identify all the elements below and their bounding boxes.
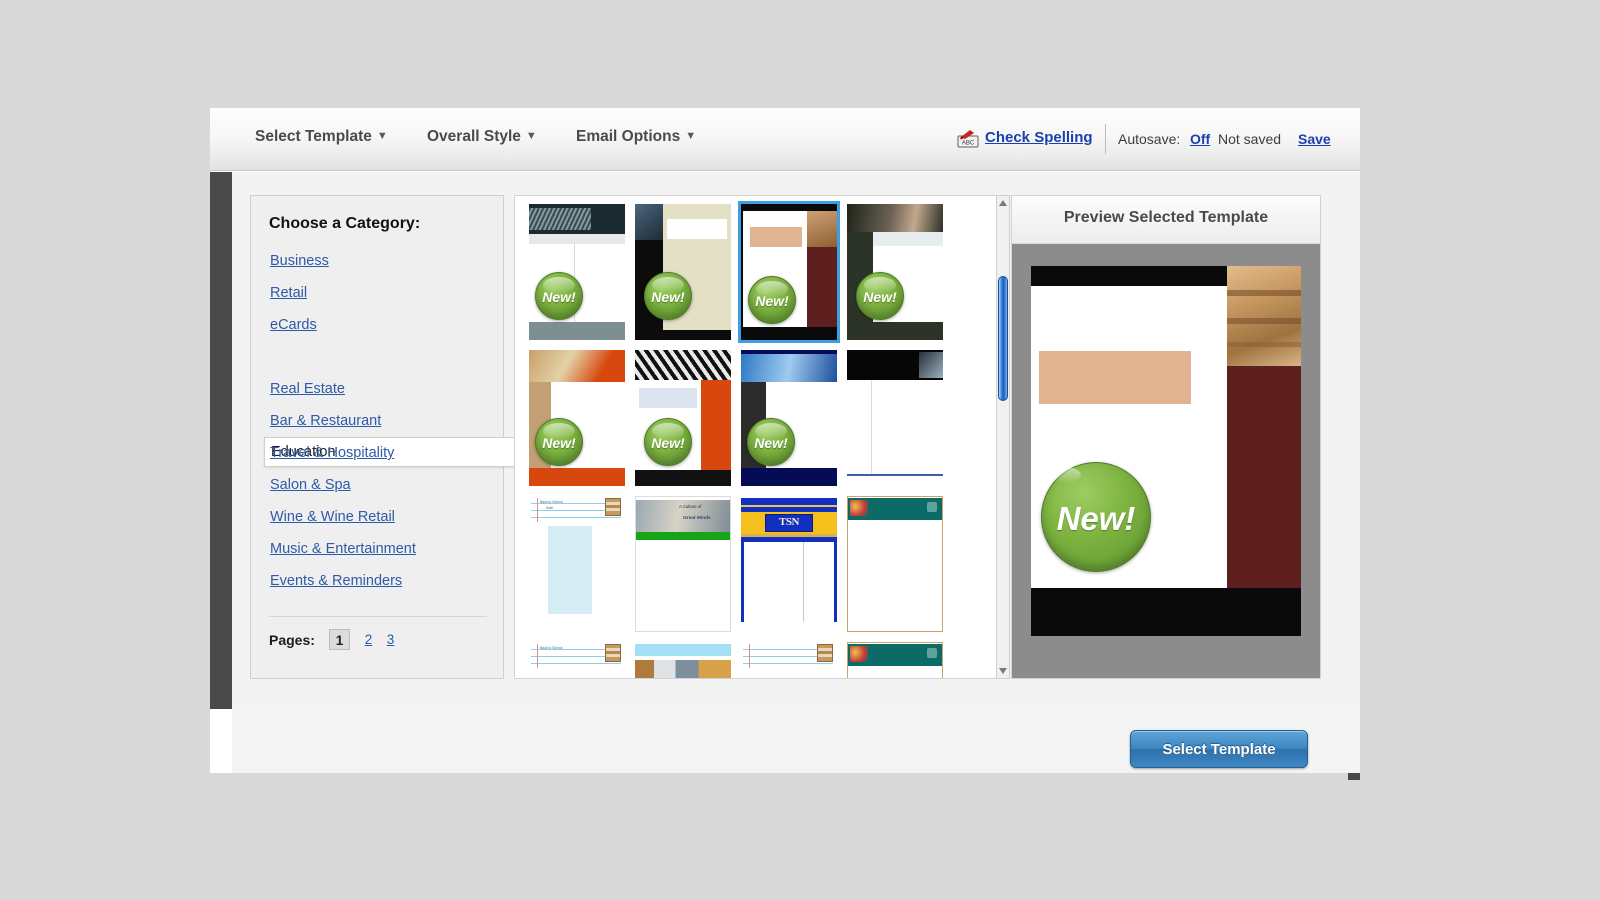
template-grid-panel[interactable]: New! New! New! New! New! New! New! Back … [514, 195, 1001, 679]
email-template-chooser-window: Select Template ▼ Overall Style ▼ Email Op… [210, 108, 1360, 773]
template-thumb-13[interactable]: Back to School [529, 642, 625, 678]
svg-text:ABC: ABC [962, 141, 975, 147]
category-item-travel-hospitality[interactable]: Travel & Hospitality [270, 445, 394, 461]
scroll-down-arrow-icon[interactable] [998, 666, 1008, 676]
preview-title: Preview Selected Template [1063, 209, 1269, 226]
new-badge-label: New! [651, 289, 685, 305]
preview-new-badge-label: New! [1056, 500, 1136, 537]
preview-panel: Preview Selected Template New! [1011, 195, 1321, 679]
new-badge-icon: New! [748, 276, 796, 324]
page-button-3[interactable]: 3 [380, 629, 401, 650]
preview-document: New! [1031, 266, 1301, 636]
menu-email-options-label: Email Options [576, 128, 681, 145]
template-thumb-2[interactable]: New! [635, 204, 731, 340]
toolbar: Select Template ▼ Overall Style ▼ Email Op… [210, 108, 1360, 171]
template-thumb-8[interactable] [847, 350, 943, 486]
category-item-real-estate[interactable]: Real Estate [270, 381, 345, 397]
menu-select-template-label: Select Template [255, 128, 372, 145]
save-link[interactable]: Save [1298, 131, 1331, 147]
autosave-label: Autosave: [1118, 131, 1181, 147]
template-thumb-6[interactable]: New! [635, 350, 731, 486]
new-badge-label: New! [755, 293, 789, 309]
check-spelling-link[interactable]: Check Spelling [985, 129, 1093, 146]
preview-stage: New! [1012, 244, 1320, 678]
template-thumb-16[interactable] [847, 642, 943, 678]
select-template-button-label: Select Template [1162, 741, 1276, 758]
category-item-events-reminders[interactable]: Events & Reminders [270, 573, 402, 589]
menu-select-template[interactable]: Select Template ▼ [255, 128, 388, 146]
template-grid-scrollbar[interactable] [996, 195, 1010, 679]
template-thumb-3-selected[interactable]: New! [738, 201, 840, 343]
new-badge-icon: New! [856, 272, 904, 320]
new-badge-icon: New! [535, 418, 583, 466]
menu-overall-style-label: Overall Style [427, 128, 521, 145]
template-thumb-1[interactable]: New! [529, 204, 625, 340]
preview-content-block [1039, 351, 1191, 404]
toolbar-divider [1105, 124, 1106, 154]
scrollbar-thumb[interactable] [998, 276, 1008, 401]
new-badge-label: New! [542, 435, 576, 451]
chevron-down-icon: ▼ [376, 130, 388, 142]
new-badge-icon: New! [747, 418, 795, 466]
template-thumb-5[interactable]: New! [529, 350, 625, 486]
template-thumb-12[interactable] [847, 496, 943, 632]
new-badge-icon: New! [644, 272, 692, 320]
new-badge-label: New! [542, 289, 576, 305]
category-item-ecards[interactable]: eCards [270, 317, 317, 333]
template-thumb-15[interactable] [741, 642, 837, 678]
menu-overall-style[interactable]: Overall Style ▼ [427, 128, 537, 146]
template-thumb-4[interactable]: New! [847, 204, 943, 340]
page-button-1[interactable]: 1 [329, 629, 350, 650]
category-item-music-entertainment[interactable]: Music & Entertainment [270, 541, 416, 557]
page-button-2[interactable]: 2 [358, 629, 379, 650]
pages-divider [269, 616, 487, 617]
menu-email-options[interactable]: Email Options ▼ [576, 128, 696, 146]
template-thumb-9[interactable]: Back to School Sale! [529, 496, 625, 632]
scroll-up-arrow-icon[interactable] [998, 198, 1008, 208]
template-thumb-10[interactable]: A Culture of Great Minds [635, 496, 731, 632]
category-item-salon-spa[interactable]: Salon & Spa [270, 477, 351, 493]
category-panel-title: Choose a Category: [269, 215, 421, 232]
category-item-wine-retail[interactable]: Wine & Wine Retail [270, 509, 395, 525]
new-badge-label: New! [651, 435, 685, 451]
template-thumb-14[interactable] [635, 642, 731, 678]
chevron-down-icon: ▼ [685, 130, 697, 142]
save-status-text: Not saved [1218, 131, 1282, 147]
category-item-retail[interactable]: Retail [270, 285, 307, 301]
category-item-business[interactable]: Business [270, 253, 329, 269]
category-item-bar-restaurant[interactable]: Bar & Restaurant [270, 413, 381, 429]
new-badge-label: New! [754, 435, 788, 451]
select-template-button[interactable]: Select Template [1130, 730, 1308, 768]
new-badge-icon: New! [535, 272, 583, 320]
autosave-toggle-link[interactable]: Off [1190, 131, 1210, 147]
preview-new-badge-icon: New! [1041, 462, 1151, 572]
new-badge-icon: New! [644, 418, 692, 466]
template-thumb-7[interactable]: New! [741, 350, 837, 486]
category-panel: Choose a Category: Business Retail eCard… [250, 195, 516, 679]
chevron-down-icon: ▼ [525, 130, 537, 142]
new-badge-label: New! [863, 289, 897, 305]
template-thumb-11[interactable]: TSN [741, 496, 837, 632]
abc-spellcheck-icon: ABC [957, 130, 979, 148]
pages-label: Pages: [269, 632, 315, 648]
window-left-rail [210, 172, 232, 709]
preview-books-image [1227, 266, 1301, 366]
